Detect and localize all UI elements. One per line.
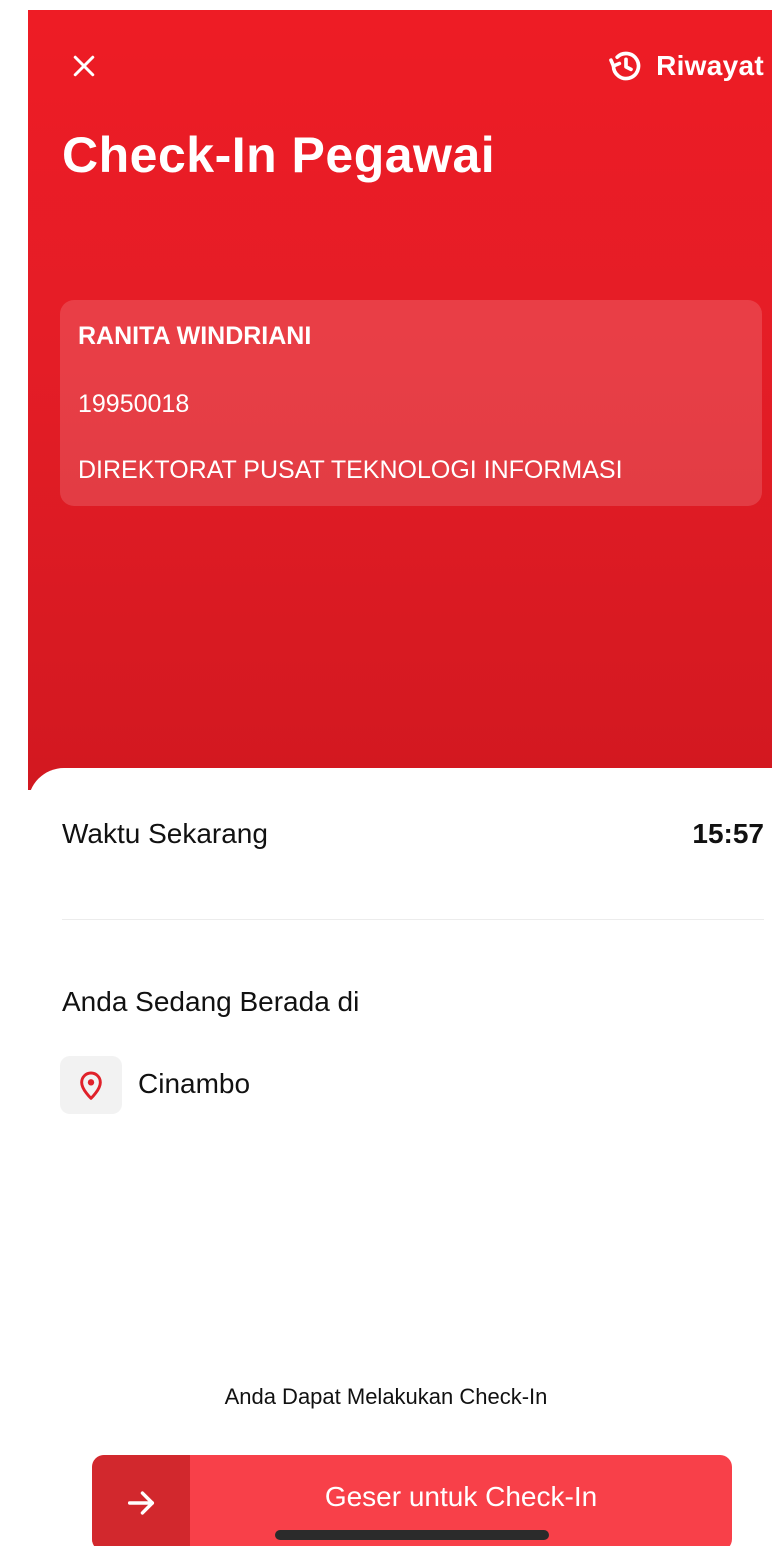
- employee-department: DIREKTORAT PUSAT TEKNOLOGI INFORMASI: [78, 456, 623, 484]
- history-clock-icon: [609, 51, 641, 81]
- content-sheet: [28, 768, 772, 1546]
- checkin-status-text: Anda Dapat Melakukan Check-In: [224, 1384, 548, 1409]
- location-icon-container: [60, 1056, 122, 1114]
- home-indicator: [275, 1530, 549, 1540]
- current-time-value: 15:57: [692, 818, 764, 849]
- page-title: Check-In Pegawai: [62, 127, 496, 183]
- location-heading: Anda Sedang Berada di: [62, 986, 360, 1017]
- current-time-label: Waktu Sekarang: [62, 818, 268, 849]
- close-icon: [73, 55, 95, 77]
- slider-label: Geser untuk Check-In: [324, 1481, 598, 1512]
- divider: [62, 919, 764, 920]
- history-button[interactable]: Riwayat: [606, 44, 764, 88]
- employee-card: RANITA WINDRIANI 19950018 DIREKTORAT PUS…: [60, 300, 762, 506]
- location-name: Cinambo: [138, 1068, 251, 1099]
- checkin-screen: Riwayat Check-In Pegawai RANITA WINDRIAN…: [0, 0, 772, 1546]
- employee-name: RANITA WINDRIANI: [78, 322, 312, 350]
- employee-id: 19950018: [78, 390, 190, 418]
- history-label: Riwayat: [656, 50, 764, 81]
- arrow-right-icon: [127, 1491, 155, 1515]
- location-pin-icon: [80, 1071, 102, 1100]
- slider-handle[interactable]: [92, 1455, 190, 1546]
- close-button[interactable]: [64, 46, 104, 86]
